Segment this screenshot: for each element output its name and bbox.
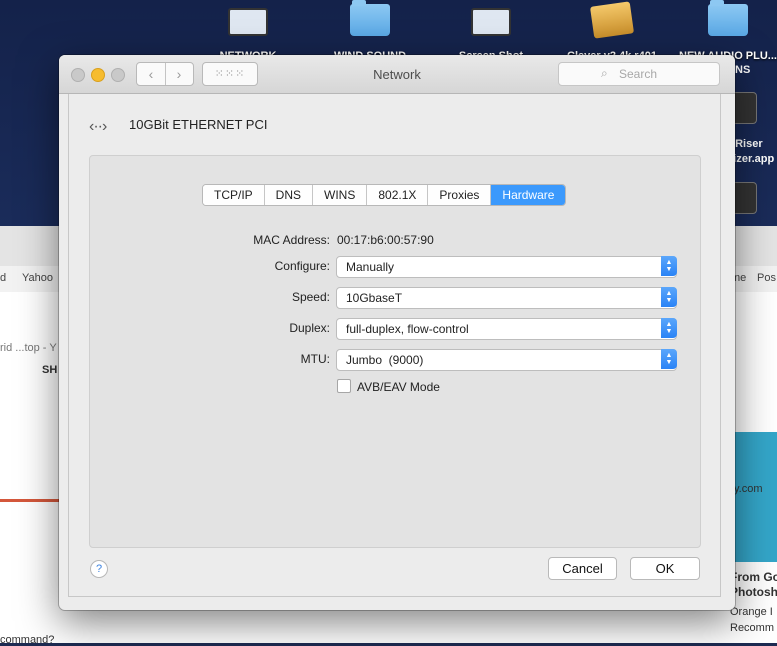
share-button[interactable]: SH xyxy=(42,364,57,376)
package-icon xyxy=(589,1,635,39)
search-placeholder: Search xyxy=(619,67,658,81)
mtu-value: Jumbo (9000) xyxy=(346,353,424,367)
configure-popup[interactable]: Manually ▲ ▼ xyxy=(336,256,677,278)
divider xyxy=(0,499,60,502)
duplex-label: Duplex: xyxy=(289,321,330,335)
preferences-content: ‹··› 10GBit ETHERNET PCI TCP/IP DNS WINS… xyxy=(68,94,721,597)
page-text: rid ...top - Y xyxy=(0,342,57,354)
ok-button[interactable]: OK xyxy=(630,557,700,580)
page-text: From Go xyxy=(730,570,777,584)
ethernet-icon: ‹··› xyxy=(89,118,107,135)
bookmark-item[interactable]: Yahoo xyxy=(22,272,53,284)
tab-proxies[interactable]: Proxies xyxy=(428,185,492,205)
mac-address-value: 00:17:b6:00:57:90 xyxy=(337,233,434,247)
avb-eav-label: AVB/EAV Mode xyxy=(357,380,440,394)
tab-tcpip[interactable]: TCP/IP xyxy=(203,185,265,205)
desktop-icon-clever[interactable]: Clever v2.4k r401 xyxy=(562,1,662,62)
screenshot-file-icon xyxy=(228,8,268,36)
page-text: y.com xyxy=(734,483,763,495)
interface-title: 10GBit ETHERNET PCI xyxy=(129,117,268,132)
duplex-value: full-duplex, flow-control xyxy=(346,322,469,336)
desktop-icon-wind-sound[interactable]: WIND SOUND xyxy=(320,0,420,62)
tab-8021x[interactable]: 802.1X xyxy=(367,185,429,205)
screenshot-file-icon xyxy=(471,8,511,36)
network-window: ‹ › ⁙⁙⁙ Network ⌕ Search ‹··› 10GBit ETH… xyxy=(59,55,735,610)
desktop-icon-new-audio[interactable]: NEW AUDIO PLU... xyxy=(678,0,777,62)
updown-arrows-icon: ▲ ▼ xyxy=(661,349,677,369)
mtu-label: MTU: xyxy=(300,352,330,366)
updown-arrows-icon: ▲ ▼ xyxy=(661,318,677,338)
checkbox-box[interactable] xyxy=(337,379,351,393)
speed-value: 10GbaseT xyxy=(346,291,403,305)
bookmark-item[interactable]: Pos xyxy=(757,272,776,284)
tab-dns[interactable]: DNS xyxy=(264,185,314,205)
page-text: Recomm xyxy=(730,622,775,634)
desktop-icon-screen-shot[interactable]: Screen Shot xyxy=(441,4,541,62)
page-text: Orange I xyxy=(730,606,773,618)
configure-label: Configure: xyxy=(274,259,330,273)
page-text: command? xyxy=(0,634,55,646)
folder-icon xyxy=(708,0,748,36)
search-icon: ⌕ xyxy=(601,66,608,80)
cancel-button[interactable]: Cancel xyxy=(548,557,617,580)
search-field[interactable]: ⌕ Search xyxy=(558,62,720,86)
tab-bar: TCP/IP DNS WINS 802.1X Proxies Hardware xyxy=(202,184,567,206)
desktop-icon-network[interactable]: NETWORK xyxy=(198,4,298,62)
tab-wins[interactable]: WINS xyxy=(313,185,368,205)
configure-value: Manually xyxy=(346,260,395,274)
bookmark-item[interactable]: d xyxy=(0,272,6,284)
mac-address-label: MAC Address: xyxy=(253,233,330,247)
speed-label: Speed: xyxy=(291,290,330,304)
speed-popup[interactable]: 10GbaseT ▲ ▼ xyxy=(336,287,677,309)
page-text: Photosh xyxy=(730,585,777,599)
mtu-popup[interactable]: Jumbo (9000) ▲ ▼ xyxy=(336,349,677,371)
help-button[interactable]: ? xyxy=(90,560,108,578)
updown-arrows-icon: ▲ ▼ xyxy=(661,256,677,276)
desktop-label: rizer.app xyxy=(729,153,775,165)
title-bar[interactable]: ‹ › ⁙⁙⁙ Network ⌕ Search xyxy=(59,55,735,94)
tab-hardware[interactable]: Hardware xyxy=(491,185,566,205)
duplex-popup[interactable]: full-duplex, flow-control ▲ ▼ xyxy=(336,318,677,340)
folder-icon xyxy=(350,0,390,36)
updown-arrows-icon: ▲ ▼ xyxy=(661,287,677,307)
avb-eav-checkbox[interactable]: AVB/EAV Mode xyxy=(337,379,440,394)
